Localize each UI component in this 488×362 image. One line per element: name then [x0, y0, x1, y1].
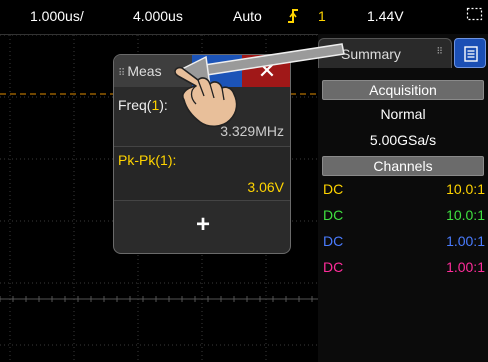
- status-bar: 1.000us/ 4.000us Auto 1 1.44V: [0, 0, 488, 34]
- measurement-label: Pk-Pk(1):: [118, 152, 177, 168]
- measurement-label: Freq(1):: [118, 97, 168, 113]
- acquisition-header[interactable]: Acquisition: [322, 80, 484, 100]
- tab-menu-list[interactable]: [454, 38, 486, 68]
- drag-grip-icon[interactable]: ⠿: [324, 46, 331, 57]
- sample-rate: 5.00GSa/s: [369, 132, 437, 148]
- trigger-edge-icon: [287, 8, 299, 27]
- channel-probe-ratio: 10.0:1: [446, 207, 485, 223]
- time-per-div[interactable]: 1.000us/: [30, 8, 84, 24]
- measurement-row-freq[interactable]: Freq(1): 3.329MHz: [114, 89, 290, 147]
- measurement-row-pkpk[interactable]: Pk-Pk(1): 3.06V: [114, 147, 290, 201]
- measurement-name: Freq: [118, 97, 147, 113]
- right-sidebar: ⠿ Summary ⠿ Acquisition Normal 5.00GSa/s…: [318, 34, 488, 362]
- measurement-name: Pk-Pk: [118, 152, 156, 168]
- trigger-mode[interactable]: Auto: [233, 8, 262, 24]
- measurement-panel-title: ⠿ Meas: [118, 63, 162, 79]
- channel-coupling: DC: [323, 207, 344, 223]
- drag-grip-icon[interactable]: ⠿: [118, 68, 125, 79]
- channels-header[interactable]: Channels: [322, 156, 484, 176]
- tab-summary-label: Summary: [341, 46, 401, 62]
- measurement-panel-header[interactable]: ⠿ Meas ✕: [114, 55, 290, 87]
- trigger-level[interactable]: 1.44V: [367, 8, 404, 24]
- document-list-icon: [464, 46, 478, 62]
- channel-row[interactable]: DC 10.0:1: [323, 181, 485, 203]
- acquisition-mode: Normal: [380, 106, 426, 122]
- channel-row[interactable]: DC 1.00:1: [323, 233, 485, 255]
- add-measurement-button[interactable]: +: [114, 203, 290, 247]
- channel-probe-ratio: 1.00:1: [446, 233, 485, 249]
- measurement-value: 3.329MHz: [220, 123, 284, 139]
- channel-coupling: DC: [323, 259, 344, 275]
- channel-row[interactable]: DC 10.0:1: [323, 207, 485, 229]
- horizontal-delay[interactable]: 4.000us: [133, 8, 183, 24]
- measurement-channel: 1: [151, 97, 160, 113]
- measurement-panel[interactable]: ⠿ Meas ✕ Freq(1): 3.329MHz Pk-Pk(1): 3.06…: [113, 54, 291, 254]
- channel-row[interactable]: DC 1.00:1: [323, 259, 485, 281]
- drag-grip-icon[interactable]: ⠿: [436, 46, 443, 57]
- tab-summary[interactable]: ⠿ Summary ⠿: [318, 38, 452, 68]
- minimize-button[interactable]: [192, 55, 242, 87]
- measurement-channel: 1: [160, 152, 168, 168]
- selection-box-icon[interactable]: [466, 6, 484, 25]
- close-button[interactable]: ✕: [242, 55, 290, 87]
- channel-coupling: DC: [323, 233, 344, 249]
- channel-probe-ratio: 1.00:1: [446, 259, 485, 275]
- channel-coupling: DC: [323, 181, 344, 197]
- measurement-title-text: Meas: [127, 63, 162, 79]
- trigger-source[interactable]: 1: [318, 8, 326, 24]
- measurement-value: 3.06V: [247, 179, 284, 195]
- channel-probe-ratio: 10.0:1: [446, 181, 485, 197]
